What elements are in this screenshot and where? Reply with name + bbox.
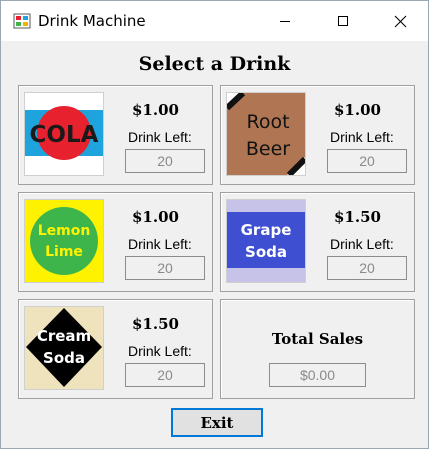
minimize-button[interactable] — [256, 1, 314, 41]
lemon-lime-logo-line2: Lime — [45, 244, 83, 260]
root-beer-logo-icon: Root Beer — [224, 90, 308, 178]
window-title: Drink Machine — [38, 12, 146, 30]
root-beer-logo-line1: Root — [246, 111, 289, 133]
cola-button[interactable]: COLA — [24, 92, 104, 176]
drink-panel-cola: COLA $1.00 Drink Left: 20 — [18, 85, 213, 185]
cream-soda-button[interactable]: Cream Soda — [24, 306, 104, 390]
grape-soda-logo-line2: Soda — [245, 243, 287, 261]
drink-panel-grape-soda: Grape Soda $1.50 Drink Left: 20 — [220, 192, 415, 292]
cola-logo-icon: COLA — [25, 93, 103, 175]
exit-button[interactable]: Exit — [171, 408, 263, 437]
page-heading: Select a Drink — [138, 53, 291, 75]
root-beer-button[interactable]: Root Beer — [224, 90, 308, 178]
drink-panel-lemon-lime: Lemon Lime $1.00 Drink Left: 20 — [18, 192, 213, 292]
root-beer-left-field: 20 — [327, 149, 407, 173]
app-icon — [13, 13, 31, 29]
lemon-lime-logo-icon: Lemon Lime — [25, 200, 103, 282]
total-sales-label: Total Sales — [271, 330, 364, 348]
maximize-button[interactable] — [314, 1, 372, 41]
cream-soda-price: $1.50 — [132, 315, 179, 333]
cola-price: $1.00 — [132, 101, 179, 119]
lemon-lime-logo-line1: Lemon — [38, 223, 91, 239]
lemon-lime-left-label: Drink Left: — [128, 236, 192, 252]
close-icon — [394, 15, 406, 27]
root-beer-price: $1.00 — [334, 101, 381, 119]
maximize-icon — [338, 16, 348, 26]
grape-soda-logo-line1: Grape — [241, 221, 292, 239]
grape-soda-left-field: 20 — [327, 256, 407, 280]
grape-soda-price: $1.50 — [334, 208, 381, 226]
total-sales-field: $0.00 — [269, 363, 366, 387]
grape-soda-left-label: Drink Left: — [330, 236, 394, 252]
cream-soda-logo-icon: Cream Soda — [25, 307, 103, 389]
cream-soda-logo-line2: Soda — [43, 349, 85, 367]
drink-panel-cream-soda: Cream Soda $1.50 Drink Left: 20 — [18, 299, 213, 399]
lemon-lime-left-field: 20 — [125, 256, 205, 280]
grape-soda-logo-icon: Grape Soda — [227, 200, 305, 282]
cola-left-field: 20 — [125, 149, 205, 173]
cream-soda-logo-line1: Cream — [37, 327, 91, 345]
drink-machine-window: Drink Machine Select a Drink COLA $1.00 … — [0, 0, 429, 449]
lemon-lime-button[interactable]: Lemon Lime — [24, 199, 104, 283]
close-button[interactable] — [371, 1, 429, 41]
cola-logo-text: COLA — [30, 122, 99, 148]
cream-soda-left-field: 20 — [125, 363, 205, 387]
grape-soda-button[interactable]: Grape Soda — [226, 199, 306, 283]
total-sales-panel: Total Sales $0.00 — [220, 299, 415, 399]
root-beer-left-label: Drink Left: — [330, 129, 394, 145]
cream-soda-left-label: Drink Left: — [128, 343, 192, 359]
cola-left-label: Drink Left: — [128, 129, 192, 145]
lemon-lime-price: $1.00 — [132, 208, 179, 226]
root-beer-logo-line2: Beer — [246, 138, 290, 160]
drink-panel-root-beer: Root Beer $1.00 Drink Left: 20 — [220, 85, 415, 185]
minimize-icon — [280, 21, 290, 22]
title-bar[interactable]: Drink Machine — [1, 1, 428, 41]
